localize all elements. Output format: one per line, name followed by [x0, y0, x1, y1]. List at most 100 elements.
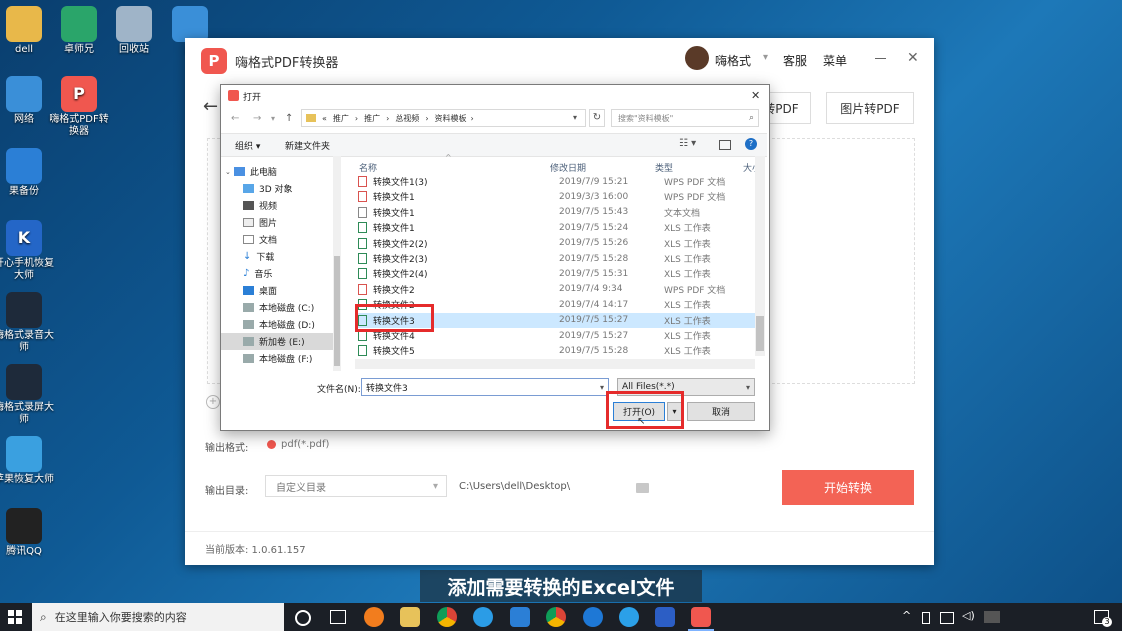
ie-icon[interactable] [619, 607, 639, 627]
file-row[interactable]: 转换文件1(3) 2019/7/9 15:21 WPS PDF 文档 [355, 174, 755, 189]
nav-item-documents[interactable]: 文档 [243, 231, 361, 248]
nav-item-pictures[interactable]: 图片 [243, 214, 361, 231]
cortana-icon[interactable] [295, 610, 311, 626]
file-row[interactable]: 转换文件2(2) 2019/7/5 15:26 XLS 工作表 [355, 236, 755, 251]
close-icon[interactable]: ✕ [907, 50, 919, 66]
pdf-converter-icon[interactable] [691, 607, 711, 627]
desktop-icon-zhuoshixiong[interactable]: 卓师兄 [49, 6, 109, 56]
volume-icon[interactable]: ◁) [962, 609, 975, 622]
xls-file-icon [358, 222, 367, 234]
file-explorer-icon[interactable] [400, 607, 420, 627]
nav-item-drive-e[interactable]: 新加卷 (E:) [221, 333, 333, 350]
organize-button[interactable]: 组织 ▾ [235, 139, 260, 152]
filename-input[interactable]: 转换文件3 ▾ [361, 378, 609, 396]
desktop-icon-qq[interactable]: 腾讯QQ [0, 508, 54, 558]
breadcrumb-2[interactable]: 推广 [364, 113, 380, 124]
edge-icon[interactable] [583, 607, 603, 627]
tab-image-to-pdf[interactable]: 图片转PDF [826, 92, 914, 124]
breadcrumb-4[interactable]: 资料模板 [435, 113, 467, 124]
wps-icon[interactable] [655, 607, 675, 627]
nav-item-3d-objects[interactable]: 3D 对象 [243, 180, 361, 197]
chevron-down-icon[interactable]: ▾ [271, 114, 275, 123]
nav-item-desktop[interactable]: 桌面 [243, 282, 361, 299]
start-windows-icon[interactable] [8, 610, 22, 624]
file-row[interactable]: 转换文件5 2019/7/5 15:28 XLS 工作表 [355, 343, 755, 358]
taskbar-search[interactable]: ⌕ 在这里输入你要搜索的内容 [32, 603, 284, 631]
download-arrow-icon: ↓ [243, 251, 252, 262]
file-type: WPS PDF 文档 [664, 193, 726, 204]
desktop-icon-network[interactable]: 网络 [0, 76, 54, 126]
file-row[interactable]: 转换文件2(3) 2019/7/5 15:28 XLS 工作表 [355, 251, 755, 266]
new-folder-button[interactable]: 新建文件夹 [285, 139, 330, 152]
file-list-scrollbar-thumb[interactable] [756, 316, 764, 351]
chevron-down-icon[interactable]: ▾ [763, 52, 768, 63]
address-dropdown[interactable]: ▾ [573, 113, 577, 122]
input-method-icon[interactable] [984, 611, 1000, 623]
column-header-name[interactable]: 名称 [359, 161, 377, 174]
file-row[interactable]: 转换文件1 2019/7/5 15:43 文本文档 [355, 205, 755, 220]
output-dir-select[interactable]: 自定义目录 ▾ [265, 475, 447, 497]
horizontal-scrollbar[interactable] [355, 359, 755, 369]
radio-checked-icon[interactable] [267, 440, 276, 449]
file-row[interactable]: 转换文件2(4) 2019/7/5 15:31 XLS 工作表 [355, 266, 755, 281]
dialog-close-icon[interactable]: ✕ [751, 89, 760, 102]
battery-icon[interactable] [922, 612, 930, 624]
column-header-date[interactable]: 修改日期 [550, 161, 586, 174]
nav-item-videos[interactable]: 视频 [243, 197, 361, 214]
nav-item-music[interactable]: ♪ 音乐 [243, 265, 361, 282]
forward-arrow-icon[interactable]: → [253, 113, 261, 124]
firefox-icon[interactable] [364, 607, 384, 627]
avatar[interactable] [685, 46, 709, 70]
highlight-open-button [606, 391, 684, 429]
task-view-icon[interactable] [330, 610, 346, 624]
menu-link[interactable]: 菜单 [823, 52, 847, 69]
desktop-icon-screen-recorder[interactable]: 嗨格式录屏大师 [0, 364, 54, 426]
breadcrumb-0[interactable]: « [322, 114, 327, 123]
network-icon[interactable] [940, 612, 954, 624]
preview-pane-icon[interactable] [719, 140, 731, 150]
address-bar[interactable]: « 推广 › 推广 › 总视频 › 资料模板 › [301, 109, 586, 127]
nav-item-downloads[interactable]: ↓ 下载 [243, 248, 361, 265]
desktop-icon-phone-recovery[interactable]: K 开心手机恢复大师 [0, 220, 54, 282]
desktop-icon-pdf-converter[interactable]: P 嗨格式PDF转换器 [49, 76, 109, 138]
file-name: 转换文件5 [373, 347, 415, 358]
user-name[interactable]: 嗨格式 [715, 52, 751, 69]
app-icon[interactable] [473, 607, 493, 627]
file-row[interactable]: 转换文件2 2019/7/4 9:34 WPS PDF 文档 [355, 282, 755, 297]
nav-item-this-pc[interactable]: ⌄ 此电脑 [225, 163, 343, 180]
back-arrow-icon[interactable]: ← [231, 113, 239, 124]
chrome-icon[interactable] [437, 607, 457, 627]
desktop-icon-backup[interactable]: 果备份 [0, 148, 54, 198]
add-file-icon[interactable]: + [206, 395, 220, 409]
nav-item-drive-c[interactable]: 本地磁盘 (C:) [243, 299, 361, 316]
nav-scrollbar-thumb[interactable] [334, 256, 340, 366]
app-icon[interactable] [510, 607, 530, 627]
start-convert-button[interactable]: 开始转换 [782, 470, 914, 505]
desktop-icon-apple-recovery[interactable]: 苹果恢复大师 [0, 436, 54, 486]
minimize-icon[interactable] [875, 58, 886, 59]
file-row[interactable]: 转换文件1 2019/3/3 16:00 WPS PDF 文档 [355, 189, 755, 204]
desktop-icon-recycle-bin[interactable]: 回收站 [104, 6, 164, 56]
file-row[interactable]: 转换文件1 2019/7/5 15:24 XLS 工作表 [355, 220, 755, 235]
desktop-icon-dell[interactable]: dell [0, 6, 54, 56]
nav-item-drive-f[interactable]: 本地磁盘 (F:) [243, 350, 361, 367]
customer-service-link[interactable]: 客服 [783, 52, 807, 69]
search-field[interactable]: 搜索"资料模板" ⌕ [611, 109, 759, 127]
output-format-value[interactable]: pdf(*.pdf) [281, 439, 329, 450]
view-options-icon[interactable]: ☷ ▾ [679, 138, 696, 149]
chrome-icon[interactable] [546, 607, 566, 627]
refresh-icon[interactable]: ↻ [589, 109, 605, 127]
chevron-up-icon[interactable]: ^ [902, 609, 911, 622]
up-arrow-icon[interactable]: ↑ [285, 113, 293, 124]
nav-item-drive-d[interactable]: 本地磁盘 (D:) [243, 316, 361, 333]
folder-icon[interactable] [636, 483, 649, 493]
video-icon [243, 201, 254, 210]
breadcrumb-3[interactable]: 总视频 [395, 113, 419, 124]
breadcrumb-1[interactable]: 推广 [333, 113, 349, 124]
back-arrow-icon[interactable]: ← [203, 96, 218, 117]
desktop-icon-audio-recorder[interactable]: 嗨格式录音大师 [0, 292, 54, 354]
desktop-icon-label: 嗨格式录屏大师 [0, 402, 54, 425]
help-icon[interactable]: ? [745, 138, 757, 150]
cancel-button[interactable]: 取消 [687, 402, 755, 421]
column-header-type[interactable]: 类型 [655, 161, 673, 174]
